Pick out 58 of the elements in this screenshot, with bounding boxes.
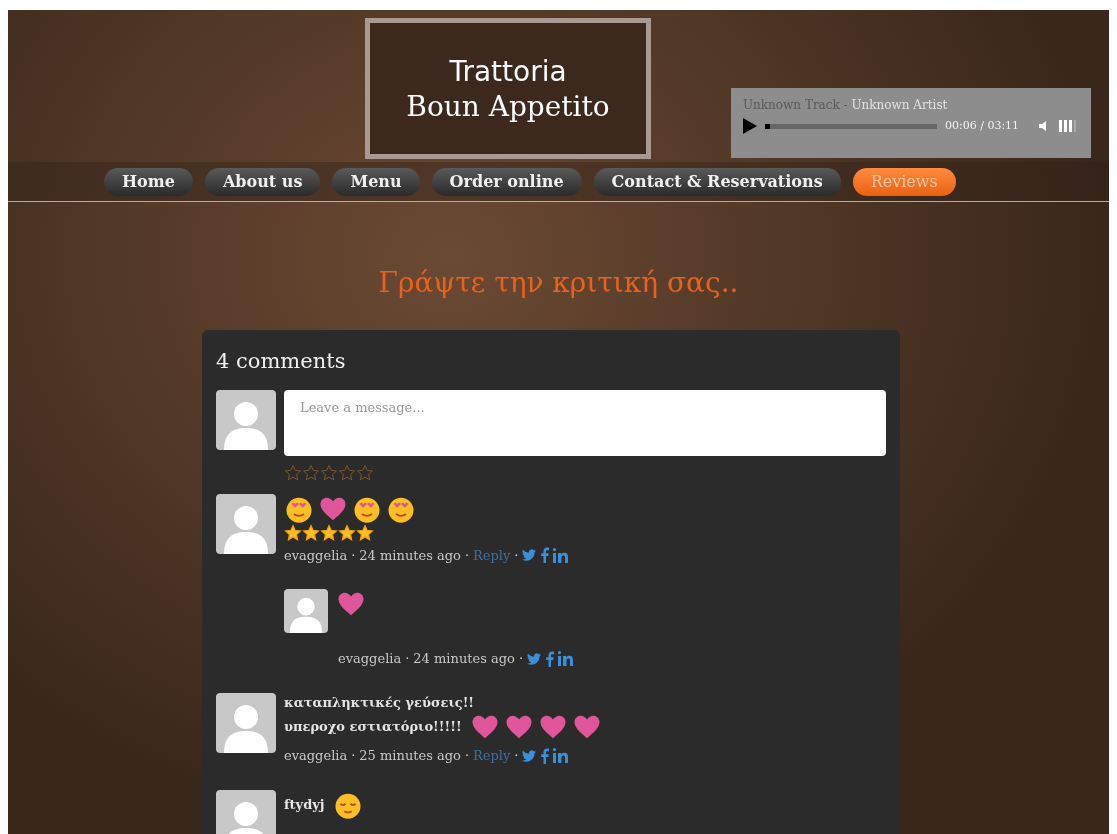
avatar-silhouette-icon xyxy=(216,389,276,450)
comment-text: καταπληκτικές γεύσεις!! xyxy=(284,693,475,712)
page-heading: Γράψτε την κριτική σας.. xyxy=(378,265,739,301)
comment-time: 24 minutes ago xyxy=(413,650,515,668)
star-outline-icon[interactable] xyxy=(302,463,320,482)
meta-separator: · xyxy=(514,747,519,765)
nav-tab[interactable]: Order online xyxy=(431,167,582,196)
bird-icon[interactable] xyxy=(522,549,537,562)
meta-separator: · xyxy=(405,650,410,668)
letters-in-icon[interactable] xyxy=(553,748,570,764)
meta-separator: · xyxy=(464,546,469,565)
logo-frame[interactable]: Trattoria Boun Appetito xyxy=(365,18,651,159)
logo-text: Trattoria xyxy=(449,53,567,89)
logo-text: Boun Appetito xyxy=(406,88,610,124)
nav-tab[interactable]: About us xyxy=(204,167,321,196)
star-icon xyxy=(284,523,302,542)
track-separator: - xyxy=(842,98,849,112)
star-icon xyxy=(338,523,356,542)
author-name: evaggelia xyxy=(284,747,348,765)
meta-separator: · xyxy=(464,747,469,765)
comment-text: ftydyj xyxy=(284,795,325,814)
avatar-silhouette-icon xyxy=(216,493,276,554)
letter-f-icon[interactable] xyxy=(545,650,554,667)
play-icon[interactable] xyxy=(743,118,757,135)
bird-icon[interactable] xyxy=(527,652,541,665)
nav-tab[interactable]: Home xyxy=(104,167,193,196)
comment-count: 4 comments xyxy=(216,348,347,375)
message-input[interactable]: Leave a message... xyxy=(284,389,886,456)
star-outline-icon[interactable] xyxy=(356,463,374,482)
avatar-silhouette-icon xyxy=(284,589,328,633)
progress-track[interactable] xyxy=(765,123,937,129)
meta-separator: · xyxy=(514,546,519,565)
star-icon xyxy=(356,523,374,542)
star-icon xyxy=(320,523,338,542)
meta-separator: · xyxy=(518,650,523,668)
track-artist: Unknown Artist xyxy=(851,98,948,112)
star-outline-icon[interactable] xyxy=(338,463,356,482)
letters-in-icon[interactable] xyxy=(558,651,574,667)
star-outline-icon[interactable] xyxy=(284,463,302,482)
comment-time: 25 minutes ago xyxy=(359,747,461,765)
volume-bars-icon[interactable] xyxy=(1059,120,1079,133)
avatar-silhouette-icon xyxy=(216,692,276,753)
comment-time: 24 minutes ago xyxy=(359,546,461,565)
avatar-silhouette-icon xyxy=(216,789,276,834)
letters-in-icon[interactable] xyxy=(553,547,570,563)
letter-f-icon[interactable] xyxy=(540,747,550,764)
nav-tab[interactable]: Menu xyxy=(332,167,420,196)
author-name: evaggelia xyxy=(338,650,402,668)
star-outline-icon[interactable] xyxy=(320,463,338,482)
nav-tab[interactable]: Contact & Reservations xyxy=(593,167,841,196)
time-readout: 00:06 / 03:11 xyxy=(945,118,1020,134)
bird-icon[interactable] xyxy=(522,749,537,762)
comment-text: υπεροχο εστιατόριο!!!!! xyxy=(284,718,462,737)
meta-separator: · xyxy=(351,546,356,565)
author-name: evaggelia xyxy=(284,546,348,565)
meta-separator: · xyxy=(351,747,356,765)
star-icon xyxy=(302,523,320,542)
letter-f-icon[interactable] xyxy=(540,547,550,564)
